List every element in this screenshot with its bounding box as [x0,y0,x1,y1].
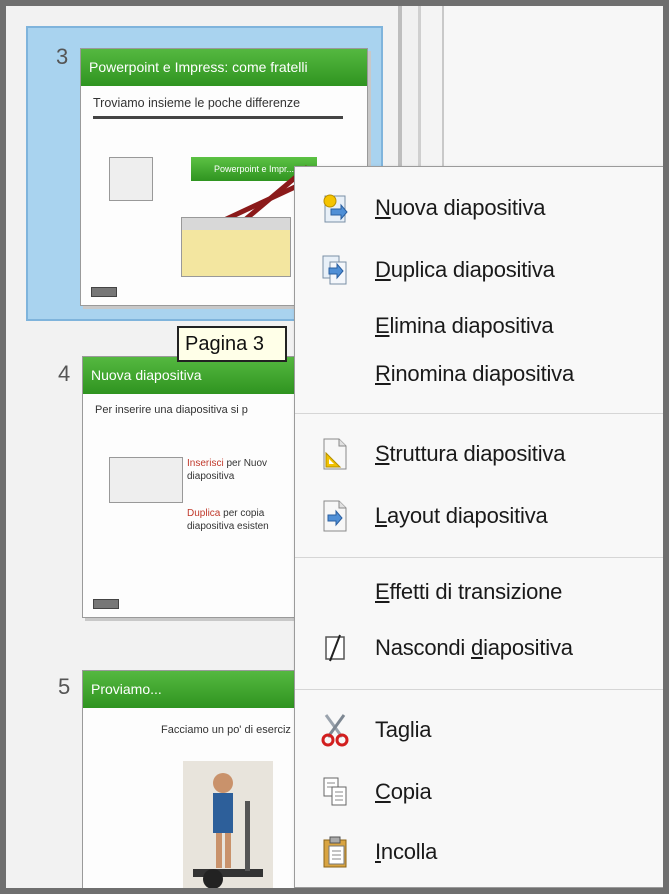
menu-item-slide-layout[interactable]: Layout diapositiva [295,491,663,541]
scissors-icon [295,705,375,755]
screenshot-graphic [181,217,291,277]
slide-subtitle: Troviamo insieme le poche differenze [93,96,301,110]
page-tooltip: Pagina 3 [177,326,287,362]
menu-item-hide-slide[interactable]: Nascondi diapositiva [295,623,663,673]
slide-number-3: 3 [56,44,69,69]
slide-underline [93,116,343,119]
app-frame: 3 Powerpoint e Impress: come fratelli Tr… [6,6,663,888]
menu-separator [295,689,663,690]
exercise-image [183,761,273,888]
menu-item-copy[interactable]: Copia [295,767,663,817]
hide-slide-icon [295,623,375,673]
menu-item-label: Copia [375,779,432,804]
menu-item-label: Rinomina diapositiva [375,361,575,386]
menu-item-rename-slide[interactable]: Rinomina diapositiva [295,349,663,399]
mini-menu-graphic [109,457,183,503]
menu-item-label: Taglia [375,717,432,742]
menu-item-slide-design[interactable]: Struttura diapositiva [295,429,663,479]
slide-text-block-1: Inserisci per Nuov diapositiva [187,458,268,482]
menu-separator [295,557,663,558]
menu-separator [295,413,663,414]
menu-item-label: Duplica diapositiva [375,257,555,282]
menu-item-label: Effetti di transizione [375,579,563,604]
menu-item-duplicate-slide[interactable]: Duplica diapositiva [295,245,663,295]
slide-text-block-2: Duplica per copia diapositiva esisten [187,508,269,532]
slide-design-icon [295,429,375,479]
paste-icon [295,827,375,877]
menu-item-new-slide[interactable]: Nuova diapositiva [295,183,663,233]
slide-layout-icon [295,491,375,541]
menu-item-label: Elimina diapositiva [375,313,554,338]
slide-number-5: 5 [58,674,71,699]
context-menu: Nuova diapositiva Duplica diapositiva El… [294,166,663,888]
menu-item-label: Incolla [375,839,438,864]
duplicate-slide-icon [295,245,375,295]
menu-item-transition-effects[interactable]: Effetti di transizione [295,567,663,617]
menu-item-cut[interactable]: Taglia [295,705,663,755]
menu-item-label: Nuova diapositiva [375,195,546,220]
menu-item-delete-slide[interactable]: Elimina diapositiva [295,301,663,351]
menu-item-label: Nascondi diapositiva [375,635,573,660]
copy-icon [295,767,375,817]
menu-item-label: Struttura diapositiva [375,441,566,466]
slide-title-bar: Powerpoint e Impress: come fratelli [81,49,367,86]
cc-license-icon [93,599,119,609]
slide-number-4: 4 [58,361,71,386]
menu-item-paste[interactable]: Incolla [295,827,663,877]
menu-item-label: Layout diapositiva [375,503,548,528]
cc-license-icon [91,287,117,297]
new-slide-icon [295,183,375,233]
mini-window-graphic [109,157,153,201]
